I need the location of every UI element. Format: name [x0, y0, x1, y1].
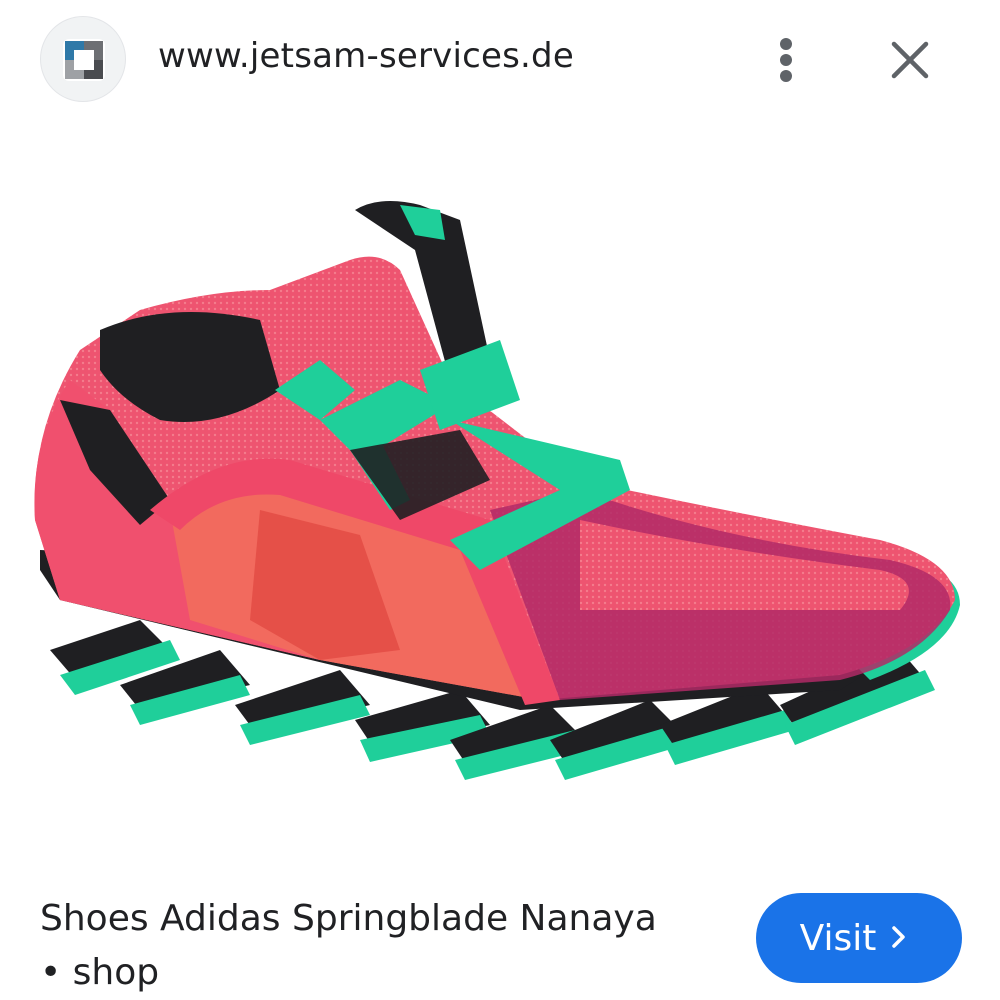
site-favicon[interactable] [40, 16, 126, 102]
product-title-line1: Shoes Adidas Springblade Nanaya [40, 898, 657, 939]
product-title-line2: • shop [40, 952, 160, 993]
visit-button-label: Visit [799, 917, 877, 959]
preview-header: www.jetsam-services.de [0, 0, 1000, 120]
chevron-right-icon [890, 918, 908, 959]
visit-button[interactable]: Visit [756, 893, 962, 983]
product-title[interactable]: Shoes Adidas Springblade Nanaya • shop [40, 892, 730, 1000]
shoe-illustration [34, 201, 960, 780]
more-options-button[interactable] [764, 30, 810, 90]
site-url[interactable]: www.jetsam-services.de [158, 36, 574, 76]
more-vert-icon [780, 38, 792, 50]
image-preview-page: www.jetsam-services.de Shoes Adidas Spri… [0, 0, 1000, 1000]
close-icon [891, 41, 929, 79]
jetsam-logo-icon [63, 39, 105, 81]
close-button[interactable] [884, 34, 936, 86]
more-vert-icon-dot [780, 70, 792, 82]
more-vert-icon-dot [780, 54, 792, 66]
product-image[interactable] [20, 180, 980, 800]
